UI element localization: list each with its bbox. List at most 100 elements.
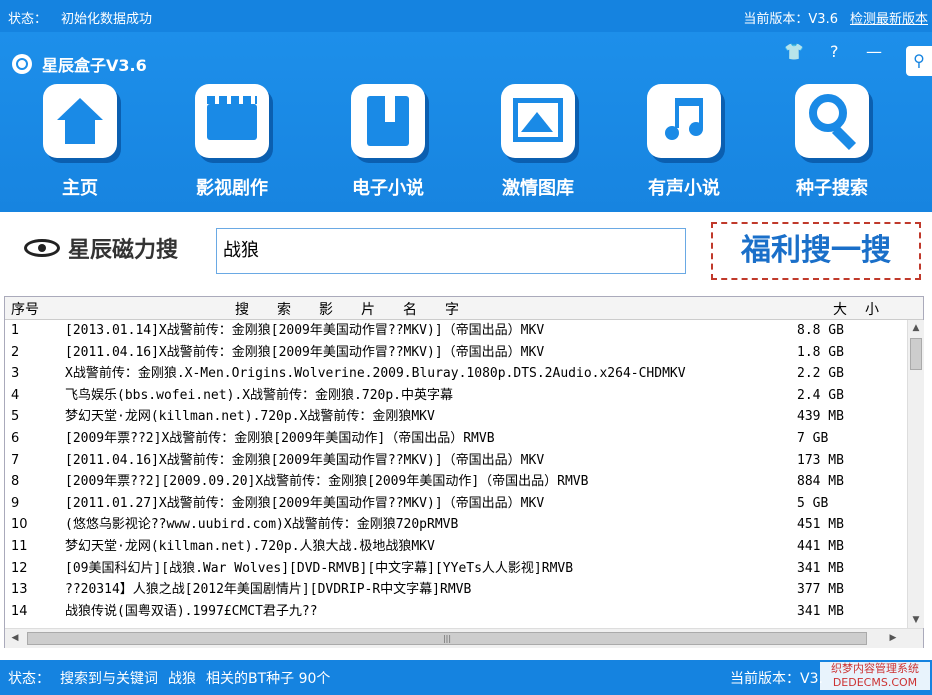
scroll-down-icon[interactable]: ▼ — [908, 612, 924, 628]
table-header: 序号 搜索影片名字 大小 — [5, 297, 923, 320]
row-size: 8.8 GB — [797, 323, 844, 338]
row-name: [2011.04.16]X战警前传：金刚狼[2009年美国动作冒??MKV)]（… — [65, 452, 545, 468]
home-icon — [43, 84, 117, 158]
nav-label: 影视剧作 — [196, 178, 268, 199]
row-name: [2011.04.16]X战警前传：金刚狼[2009年美国动作冒??MKV)]（… — [65, 344, 545, 360]
row-size: 5 GB — [797, 495, 829, 511]
watermark: 织梦内容管理系统 DEDECMS.COM — [820, 662, 930, 690]
row-index: 8 — [11, 474, 20, 490]
bottom-version: 当前版本：V3. — [730, 668, 831, 688]
table-row[interactable]: 4 飞鸟娱乐(bbs.wofei.net).X战警前传：金刚狼.720p.中英字幕… — [5, 385, 905, 407]
row-size: 2.4 GB — [797, 387, 844, 403]
header-index[interactable]: 序号 — [11, 299, 39, 319]
nav-gallery[interactable]: 激情图库 — [478, 84, 598, 200]
horizontal-scrollbar[interactable]: ◀ ||| ▶ — [5, 628, 923, 648]
vertical-scrollbar[interactable]: ▲ ▼ — [907, 320, 924, 628]
table-body: 1 [2013.01.14]X战警前传：金刚狼[2009年美国动作冒??MKV)]… — [5, 320, 905, 628]
bottom-status: 状态： 搜索到与关键词 战狼 相关的BT种子 90个 — [8, 668, 340, 688]
results-table: 序号 搜索影片名字 大小 1 [2013.01.14]X战警前传：金刚狼[2009… — [4, 296, 924, 648]
row-index: 1 — [11, 323, 20, 338]
table-row[interactable]: 7 [2011.04.16]X战警前传：金刚狼[2009年美国动作冒??MKV)]… — [5, 450, 905, 472]
status-label: 状态： — [8, 671, 50, 687]
row-size: 377 MB — [797, 582, 844, 598]
row-index: 4 — [11, 387, 20, 403]
minimize-button[interactable]: — — [866, 42, 882, 61]
table-row[interactable]: 5 梦幻天堂·龙网(killman.net).720p.X战警前传：金刚狼MKV 4… — [5, 406, 905, 428]
row-name: [2009年票??2][2009.09.20]X战警前传：金刚狼[2009年美国… — [65, 474, 589, 490]
row-name: 飞鸟娱乐(bbs.wofei.net).X战警前传：金刚狼.720p.中英字幕 — [65, 387, 454, 403]
table-row[interactable]: 14 战狼传说(国粤双语).1997£CMCT君子九?? 341 MB — [5, 601, 905, 623]
table-row[interactable]: 13 ??20314】人狼之战[2012年美国剧情片][DVDRIP-R中文字幕]… — [5, 579, 905, 601]
music-icon — [647, 84, 721, 158]
table-row[interactable]: 6 [2009年票??2]X战警前传：金刚狼[2009年美国动作]（帝国出品）RM… — [5, 428, 905, 450]
hscroll-thumb[interactable]: ||| — [27, 632, 867, 645]
version-label: 当前版本：V3.6 — [743, 12, 838, 27]
row-size: 451 MB — [797, 517, 844, 533]
row-size: 441 MB — [797, 538, 844, 554]
table-row[interactable]: 11 梦幻天堂·龙网(killman.net).720p.人狼大战.极地战狼MKV… — [5, 536, 905, 558]
table-row[interactable]: 10 (悠悠乌影视论??www.uubird.com)X战警前传：金刚狼720pR… — [5, 514, 905, 536]
table-row[interactable]: 2 [2011.04.16]X战警前传：金刚狼[2009年美国动作冒??MKV)]… — [5, 342, 905, 364]
book-icon — [351, 84, 425, 158]
table-row[interactable]: 1 [2013.01.14]X战警前传：金刚狼[2009年美国动作冒??MKV)]… — [5, 320, 905, 342]
row-index: 3 — [11, 366, 20, 382]
app-title: 星辰盒子V3.6 — [42, 56, 147, 75]
nav-label: 电子小说 — [352, 178, 424, 199]
row-size: 7 GB — [797, 430, 829, 446]
check-update-link[interactable]: 检测最新版本 — [850, 12, 928, 27]
row-index: 10 — [11, 517, 28, 533]
search-brand: 星辰磁力搜 — [24, 232, 178, 264]
status-suffix: 相关的BT种子 90个 — [206, 671, 331, 687]
scroll-thumb[interactable] — [910, 338, 922, 370]
row-size: 341 MB — [797, 603, 844, 619]
nav-torrent-search[interactable]: 种子搜索 — [772, 84, 892, 200]
header: 星辰盒子V3.6 👕 ? — ⚲ 主页 影视剧作 电子小说 激情图库 有声小说 … — [0, 32, 932, 212]
table-row[interactable]: 3 X战警前传：金刚狼.X-Men.Origins.Wolverine.2009.… — [5, 363, 905, 385]
scroll-left-icon[interactable]: ◀ — [7, 629, 23, 648]
row-index: 14 — [11, 603, 28, 619]
film-icon — [195, 84, 269, 158]
row-size: 2.2 GB — [797, 366, 844, 382]
table-row[interactable]: 12 [09美国科幻片][战狼.War Wolves][DVD-RMVB][中文字… — [5, 558, 905, 580]
search-icon — [795, 84, 869, 158]
skin-icon[interactable]: 👕 — [784, 42, 804, 61]
picture-icon — [501, 84, 575, 158]
nav-movies[interactable]: 影视剧作 — [172, 84, 292, 200]
status-keyword: 战狼 — [168, 671, 196, 687]
row-name: 梦幻天堂·龙网(killman.net).720p.人狼大战.极地战狼MKV — [65, 538, 435, 554]
row-name: (悠悠乌影视论??www.uubird.com)X战警前传：金刚狼720pRMV… — [65, 517, 459, 533]
nav-home[interactable]: 主页 — [20, 84, 140, 200]
top-status-bar: 状态： 初始化数据成功 当前版本：V3.6 检测最新版本 — [0, 0, 932, 32]
help-button[interactable]: ? — [830, 42, 839, 61]
bottom-status-bar: 状态： 搜索到与关键词 战狼 相关的BT种子 90个 当前版本：V3. 织梦内容管理系… — [0, 660, 932, 695]
row-name: 战狼传说(国粤双语).1997£CMCT君子九?? — [65, 603, 318, 619]
nav-label: 种子搜索 — [796, 178, 868, 199]
row-name: ??20314】人狼之战[2012年美国剧情片][DVDRIP-R中文字幕]RM… — [65, 582, 472, 598]
scroll-right-icon[interactable]: ▶ — [885, 629, 901, 648]
row-name: [2013.01.14]X战警前传：金刚狼[2009年美国动作冒??MKV)]（… — [65, 323, 545, 338]
row-size: 341 MB — [797, 560, 844, 576]
row-index: 9 — [11, 495, 20, 511]
table-row[interactable]: 8 [2009年票??2][2009.09.20]X战警前传：金刚狼[2009年美… — [5, 471, 905, 493]
header-size[interactable]: 大小 — [833, 299, 897, 319]
link-icon[interactable]: ⚲ — [906, 46, 932, 76]
scroll-up-icon[interactable]: ▲ — [908, 320, 924, 336]
row-size: 884 MB — [797, 474, 844, 490]
version-info: 当前版本：V3.6 检测最新版本 — [731, 8, 928, 27]
nav-audiobooks[interactable]: 有声小说 — [624, 84, 744, 200]
search-button[interactable]: 福利搜一搜 — [711, 222, 921, 280]
nav-label: 激情图库 — [502, 178, 574, 199]
table-row[interactable]: 9 [2011.01.27]X战警前传：金刚狼[2009年美国动作冒??MKV)]… — [5, 493, 905, 515]
row-size: 173 MB — [797, 452, 844, 468]
row-index: 5 — [11, 409, 20, 425]
main-panel: 星辰磁力搜 战狼 福利搜一搜 序号 搜索影片名字 大小 1 [2013.01.14… — [0, 212, 932, 660]
app-logo: 星辰盒子V3.6 — [12, 52, 147, 76]
row-name: [2011.01.27]X战警前传：金刚狼[2009年美国动作冒??MKV)]（… — [65, 495, 545, 511]
row-name: X战警前传：金刚狼.X-Men.Origins.Wolverine.2009.B… — [65, 366, 686, 382]
search-input[interactable]: 战狼 — [216, 228, 686, 274]
nav-ebooks[interactable]: 电子小说 — [328, 84, 448, 200]
status-text: 搜索到与关键词 — [60, 671, 158, 687]
eye-icon — [24, 239, 60, 257]
status-label: 状态： — [8, 12, 48, 27]
header-name[interactable]: 搜索影片名字 — [235, 299, 487, 319]
